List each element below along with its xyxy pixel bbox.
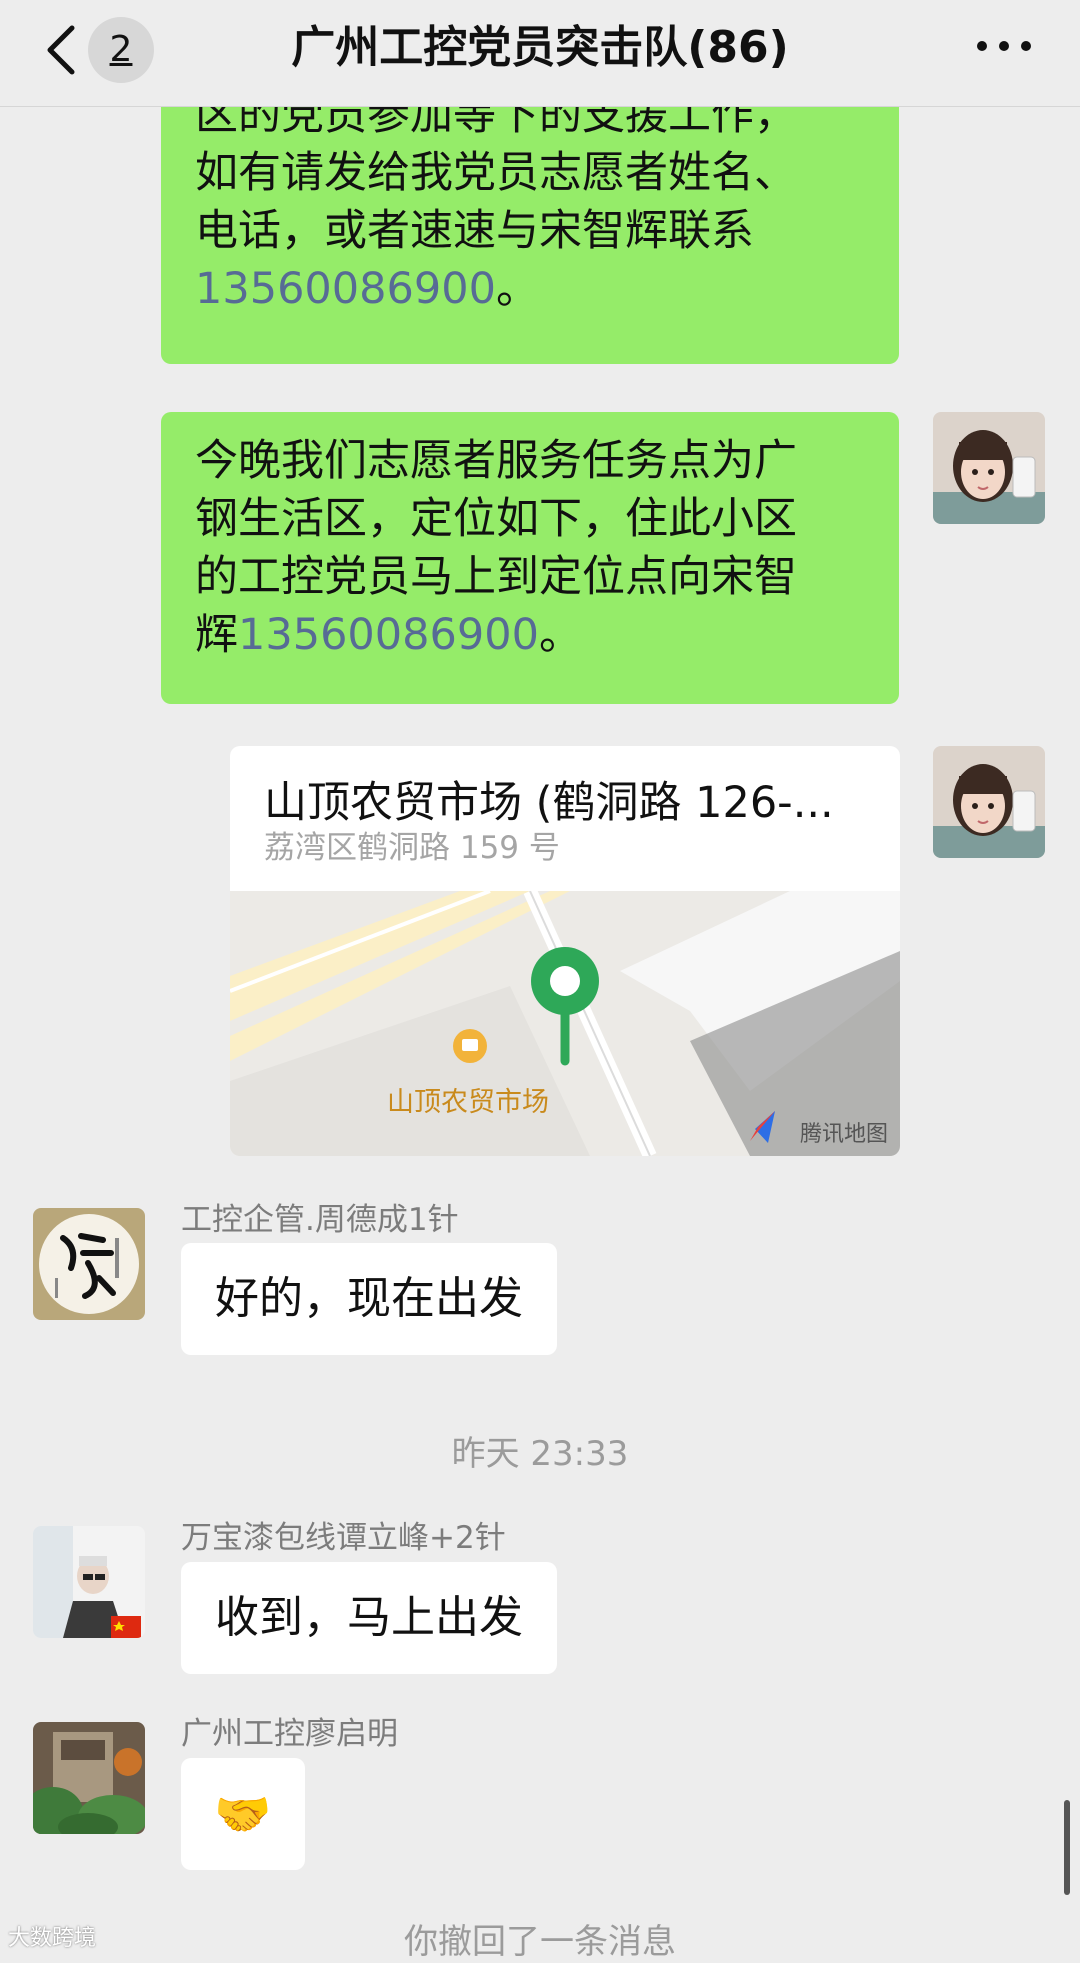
avatar-self[interactable] — [933, 746, 1045, 858]
message-line: 钢生活区，定位如下，住此小区 — [195, 494, 797, 544]
avatar-other[interactable] — [33, 1722, 145, 1834]
phone-link[interactable]: 13560086900 — [238, 610, 539, 660]
watermark: 大数跨境 — [8, 1926, 97, 1951]
handshake-emoji: 🤝 — [214, 1787, 272, 1841]
message-line: 今晚我们志愿者服务任务点为广 — [195, 436, 797, 486]
message-tail: 。 — [495, 264, 539, 314]
avatar-self[interactable] — [933, 412, 1045, 524]
location-name: 山顶农贸市场 (鹤洞路 126-... — [264, 778, 834, 828]
message-tail: 。 — [538, 610, 582, 660]
recall-notice: 你撤回了一条消息 — [404, 1922, 676, 1962]
sender-name: 工控企管.周德成1针 — [181, 1202, 459, 1238]
sender-name: 广州工控廖启明 — [181, 1716, 398, 1752]
message-bubble-own[interactable]: 今晚我们志愿者服务任务点为广 钢生活区，定位如下，住此小区 的工控党员马上到定位… — [161, 412, 899, 704]
avatar-other[interactable] — [33, 1208, 145, 1320]
message-list[interactable]: 区的党员参加等下的支援工作， 如有请发给我党员志愿者姓名、 电话，或者速速与宋智… — [0, 106, 1080, 1953]
location-address: 荔湾区鹤洞路 159 号 — [264, 830, 560, 866]
message-bubble-own[interactable]: 区的党员参加等下的支援工作， 如有请发给我党员志愿者姓名、 电话，或者速速与宋智… — [161, 106, 899, 364]
map-brand-label: 腾讯地图 — [799, 1122, 888, 1147]
message-bubble-other[interactable]: 🤝 — [181, 1758, 305, 1870]
message-line: 电话，或者速速与宋智辉联系 — [195, 206, 754, 256]
chat-title: 广州工控党员突击队(86) — [291, 22, 789, 73]
message-line: 如有请发给我党员志愿者姓名、 — [195, 148, 797, 198]
chat-screen: { "header": { "unread_count": "2", "titl… — [0, 0, 1080, 1962]
scrollbar[interactable] — [1064, 1800, 1070, 1895]
phone-link[interactable]: 13560086900 — [195, 264, 496, 314]
message-text: 辉 — [195, 610, 238, 660]
more-horizontal-icon[interactable] — [976, 36, 1032, 56]
message-bubble-other[interactable]: 好的，现在出发 — [181, 1243, 557, 1355]
chevron-left-icon[interactable] — [42, 24, 82, 76]
chat-header: 2 广州工控党员突击队(86) — [0, 0, 1080, 107]
avatar-other[interactable] — [33, 1526, 145, 1638]
message-text: 收到，马上出发 — [215, 1592, 523, 1643]
location-card[interactable]: 山顶农贸市场 (鹤洞路 126-... 荔湾区鹤洞路 159 号 山顶农贸市场 … — [230, 746, 900, 1156]
message-bubble-other[interactable]: 收到，马上出发 — [181, 1562, 557, 1674]
message-line: 的工控党员马上到定位点向宋智 — [195, 552, 797, 602]
sender-name: 万宝漆包线谭立峰+2针 — [181, 1520, 506, 1556]
unread-count-badge[interactable]: 2 — [88, 17, 154, 83]
time-divider: 昨天 23:33 — [451, 1434, 629, 1474]
message-text: 好的，现在出发 — [215, 1273, 523, 1324]
map-poi-label: 山顶农贸市场 — [387, 1087, 549, 1118]
message-line: 区的党员参加等下的支援工作， — [195, 106, 797, 140]
